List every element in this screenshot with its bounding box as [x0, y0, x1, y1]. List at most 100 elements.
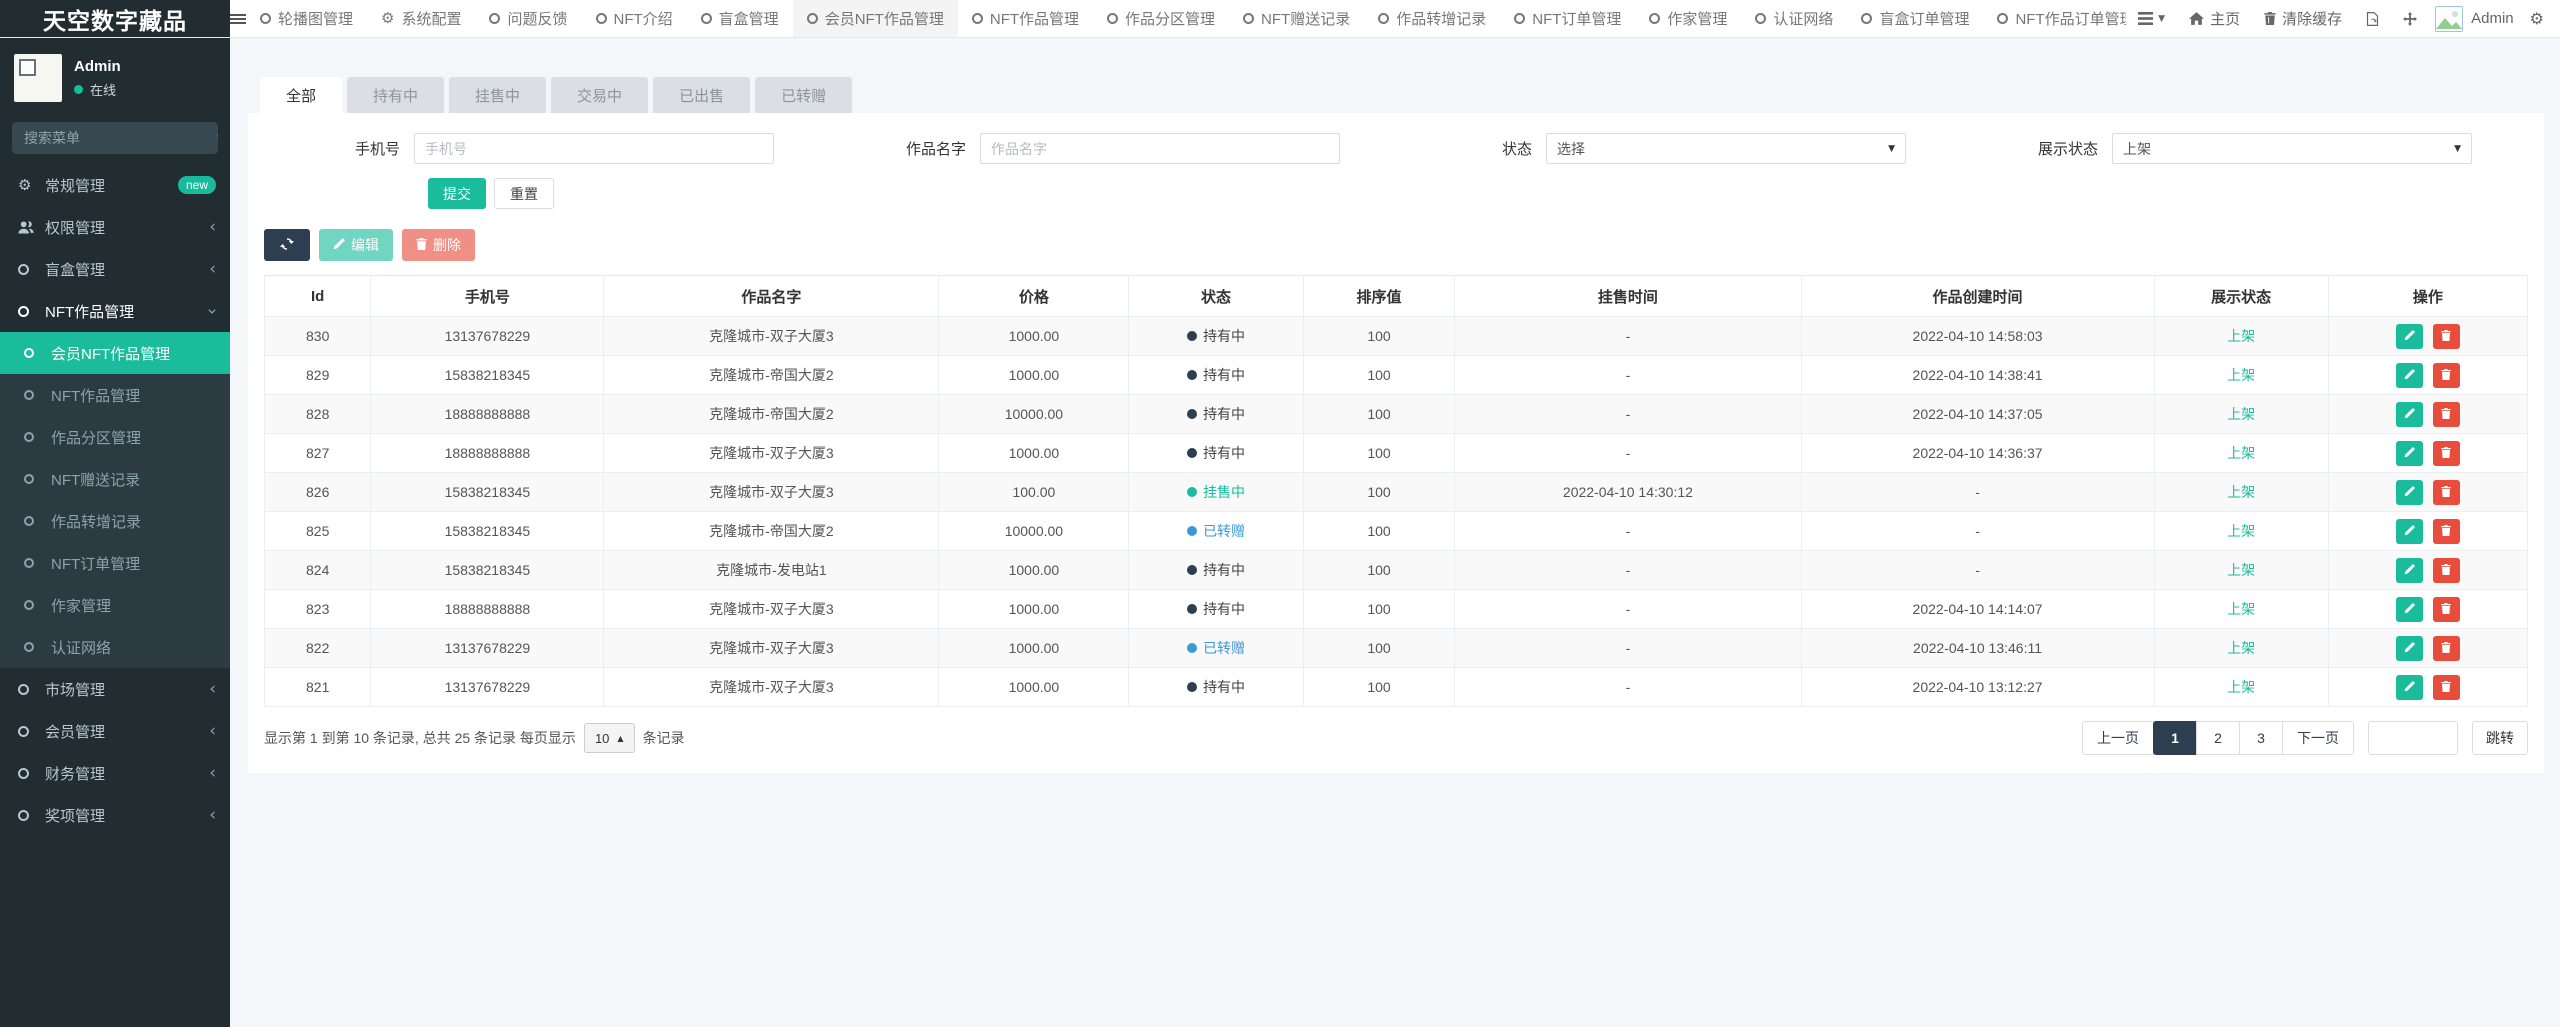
submit-button[interactable]: 提交: [428, 178, 486, 209]
top-nav-item[interactable]: 会员NFT作品管理: [793, 0, 958, 37]
clear-cache-button[interactable]: 清除缓存: [2252, 0, 2354, 38]
row-delete-button[interactable]: [2433, 636, 2460, 661]
table-row[interactable]: 828 18888888888 克隆城市-帝国大厦2 10000.00 持有中 …: [265, 395, 2528, 434]
sidebar-subitem[interactable]: 作品分区管理: [0, 416, 230, 458]
settings-button[interactable]: ⚙: [2524, 0, 2550, 38]
page-number-button[interactable]: 1: [2153, 721, 2197, 755]
row-delete-button[interactable]: [2433, 441, 2460, 466]
phone-input[interactable]: [414, 133, 774, 164]
sidebar-toggle-button[interactable]: [230, 0, 246, 37]
status-tab[interactable]: 已出售: [653, 77, 750, 113]
row-delete-button[interactable]: [2433, 597, 2460, 622]
top-nav-item[interactable]: 认证网络: [1741, 0, 1847, 37]
row-edit-button[interactable]: [2396, 558, 2423, 583]
sidebar-item[interactable]: NFT作品管理 ‹: [0, 290, 230, 332]
table-row[interactable]: 823 18888888888 克隆城市-双子大厦3 1000.00 持有中 1…: [265, 590, 2528, 629]
table-row[interactable]: 829 15838218345 克隆城市-帝国大厦2 1000.00 持有中 1…: [265, 356, 2528, 395]
top-nav-item[interactable]: 问题反馈: [475, 0, 581, 37]
row-delete-button[interactable]: [2433, 558, 2460, 583]
sidebar-subitem[interactable]: 会员NFT作品管理: [0, 332, 230, 374]
row-edit-button[interactable]: [2396, 597, 2423, 622]
display-status-link[interactable]: 上架: [2227, 367, 2255, 383]
row-edit-button[interactable]: [2396, 363, 2423, 388]
table-row[interactable]: 825 15838218345 克隆城市-帝国大厦2 10000.00 已转赠 …: [265, 512, 2528, 551]
sidebar-subitem[interactable]: NFT赠送记录: [0, 458, 230, 500]
top-nav-item[interactable]: NFT赠送记录: [1229, 0, 1364, 37]
page-number-button[interactable]: 2: [2196, 721, 2240, 755]
column-header[interactable]: 作品创建时间: [1801, 276, 2154, 317]
top-nav-item[interactable]: 盲盒管理: [687, 0, 793, 37]
row-edit-button[interactable]: [2396, 636, 2423, 661]
display-status-link[interactable]: 上架: [2227, 484, 2255, 500]
display-status-link[interactable]: 上架: [2227, 328, 2255, 344]
table-row[interactable]: 824 15838218345 克隆城市-发电站1 1000.00 持有中 10…: [265, 551, 2528, 590]
jump-page-input[interactable]: [2368, 721, 2458, 755]
column-header[interactable]: 价格: [939, 276, 1129, 317]
row-edit-button[interactable]: [2396, 519, 2423, 544]
status-select[interactable]: 选择 ▼: [1546, 133, 1906, 164]
page-number-button[interactable]: 3: [2239, 721, 2283, 755]
page-refresh-button[interactable]: [2354, 0, 2391, 38]
sidebar-subitem[interactable]: 作家管理: [0, 584, 230, 626]
top-nav-item[interactable]: 作品转增记录: [1364, 0, 1500, 37]
table-row[interactable]: 830 13137678229 克隆城市-双子大厦3 1000.00 持有中 1…: [265, 317, 2528, 356]
display-status-link[interactable]: 上架: [2227, 679, 2255, 695]
reset-button[interactable]: 重置: [494, 178, 554, 209]
row-edit-button[interactable]: [2396, 324, 2423, 349]
status-tab[interactable]: 交易中: [551, 77, 648, 113]
sidebar-item[interactable]: ⚙ 常规管理 new: [0, 164, 230, 206]
display-status-link[interactable]: 上架: [2227, 640, 2255, 656]
top-nav-item[interactable]: NFT作品订单管理: [1983, 0, 2126, 37]
sidebar-item[interactable]: 会员管理 ‹: [0, 710, 230, 752]
row-delete-button[interactable]: [2433, 402, 2460, 427]
top-nav-item[interactable]: NFT介绍: [582, 0, 687, 37]
work-name-input[interactable]: [980, 133, 1340, 164]
top-nav-item[interactable]: 轮播图管理: [246, 0, 367, 37]
top-nav-item[interactable]: 作家管理: [1635, 0, 1741, 37]
column-header[interactable]: 状态: [1129, 276, 1303, 317]
sidebar-item[interactable]: 财务管理 ‹: [0, 752, 230, 794]
display-status-link[interactable]: 上架: [2227, 562, 2255, 578]
top-nav-item[interactable]: 盲盒订单管理: [1847, 0, 1983, 37]
table-row[interactable]: 826 15838218345 克隆城市-双子大厦3 100.00 挂售中 10…: [265, 473, 2528, 512]
table-row[interactable]: 821 13137678229 克隆城市-双子大厦3 1000.00 持有中 1…: [265, 668, 2528, 707]
column-header[interactable]: 挂售时间: [1455, 276, 1801, 317]
user-menu[interactable]: Admin: [2429, 0, 2524, 38]
sidebar-item[interactable]: 奖项管理 ‹: [0, 794, 230, 836]
nav-list-dropdown[interactable]: ▼: [2126, 0, 2177, 38]
top-nav-item[interactable]: 作品分区管理: [1093, 0, 1229, 37]
display-status-link[interactable]: 上架: [2227, 601, 2255, 617]
top-nav-item[interactable]: NFT作品管理: [958, 0, 1093, 37]
row-delete-button[interactable]: [2433, 324, 2460, 349]
edit-button[interactable]: 编辑: [319, 229, 393, 261]
display-status-link[interactable]: 上架: [2227, 406, 2255, 422]
sidebar-item[interactable]: 权限管理 ‹: [0, 206, 230, 248]
row-edit-button[interactable]: [2396, 402, 2423, 427]
row-delete-button[interactable]: [2433, 363, 2460, 388]
sidebar-subitem[interactable]: NFT订单管理: [0, 542, 230, 584]
column-header[interactable]: 操作: [2328, 276, 2527, 317]
column-header[interactable]: 手机号: [371, 276, 604, 317]
jump-button[interactable]: 跳转: [2472, 721, 2528, 755]
delete-button[interactable]: 删除: [402, 229, 475, 261]
row-delete-button[interactable]: [2433, 480, 2460, 505]
status-tab[interactable]: 挂售中: [449, 77, 546, 113]
status-tab[interactable]: 持有中: [347, 77, 444, 113]
sidebar-search-input[interactable]: [12, 122, 217, 154]
sidebar-search-button[interactable]: [217, 122, 218, 154]
row-edit-button[interactable]: [2396, 675, 2423, 700]
column-header[interactable]: 作品名字: [604, 276, 939, 317]
display-status-select[interactable]: 上架 ▼: [2112, 133, 2472, 164]
row-edit-button[interactable]: [2396, 480, 2423, 505]
row-delete-button[interactable]: [2433, 675, 2460, 700]
table-row[interactable]: 827 18888888888 克隆城市-双子大厦3 1000.00 持有中 1…: [265, 434, 2528, 473]
display-status-link[interactable]: 上架: [2227, 445, 2255, 461]
top-nav-item[interactable]: ⚙ 系统配置: [367, 0, 475, 37]
status-tab[interactable]: 已转赠: [755, 77, 852, 113]
sidebar-subitem[interactable]: 作品转增记录: [0, 500, 230, 542]
sidebar-subitem[interactable]: NFT作品管理: [0, 374, 230, 416]
top-nav-item[interactable]: NFT订单管理: [1500, 0, 1635, 37]
home-button[interactable]: 主页: [2177, 0, 2252, 38]
page-size-select[interactable]: 10 ▲: [584, 723, 635, 753]
sidebar-item[interactable]: 盲盒管理 ‹: [0, 248, 230, 290]
